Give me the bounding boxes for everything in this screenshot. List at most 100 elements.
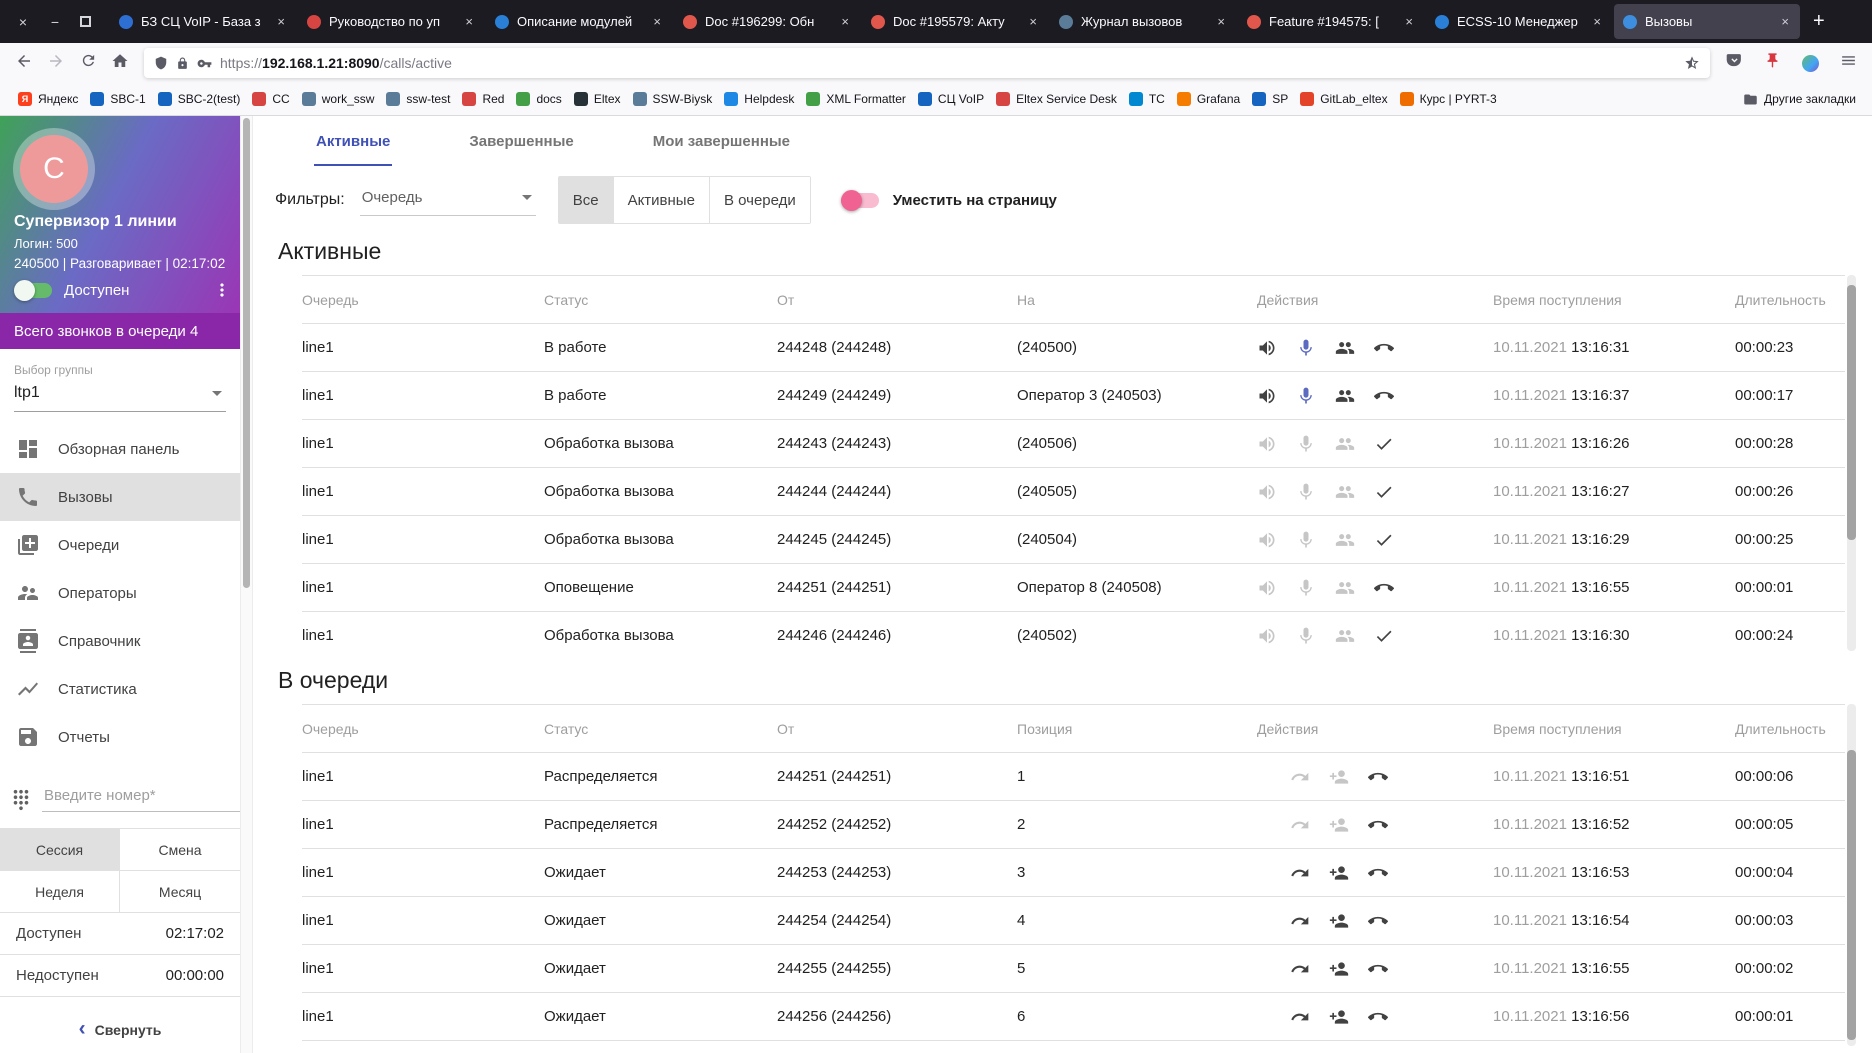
shield-icon[interactable] — [154, 56, 168, 70]
filter-button[interactable]: В очереди — [710, 177, 810, 223]
browser-tab[interactable]: ECSS-10 Менеджер× — [1426, 4, 1612, 39]
sidebar-item-операторы[interactable]: Операторы — [0, 569, 240, 617]
hangup-icon[interactable] — [1368, 863, 1388, 883]
reload-button[interactable] — [72, 48, 104, 78]
bookmark-item[interactable]: SBC-2(test) — [152, 89, 247, 109]
address-bar[interactable]: https://192.168.1.21:8090/calls/active — [144, 48, 1710, 78]
bookmark-item[interactable]: ЯЯндекс — [12, 89, 84, 109]
tab-завершенные[interactable]: Завершенные — [467, 116, 575, 166]
active-table-scrollbar[interactable] — [1847, 275, 1856, 651]
people-icon[interactable] — [1335, 338, 1355, 358]
bookmark-item[interactable]: SSW-Biysk — [627, 89, 719, 109]
bookmark-item[interactable]: docs — [510, 89, 567, 109]
browser-tab[interactable]: Описание модулей× — [486, 4, 672, 39]
sidebar-item-справочник[interactable]: Справочник — [0, 617, 240, 665]
bookmark-item[interactable]: Red — [456, 89, 510, 109]
mic-icon[interactable] — [1296, 386, 1316, 406]
tab-close-icon[interactable]: × — [1403, 14, 1415, 29]
check-icon[interactable] — [1374, 434, 1394, 454]
period-tab-week[interactable]: Неделя — [0, 871, 120, 913]
fit-to-page-toggle[interactable] — [841, 193, 879, 208]
bookmark-item[interactable]: TC — [1123, 89, 1171, 109]
volume-icon[interactable] — [1257, 338, 1277, 358]
dialpad-icon[interactable] — [10, 789, 32, 811]
sidebar-scrollbar[interactable] — [240, 116, 253, 1053]
check-icon[interactable] — [1374, 626, 1394, 646]
hangup-icon[interactable] — [1368, 911, 1388, 931]
redirect-icon[interactable] — [1290, 1007, 1310, 1027]
window-close-button[interactable]: × — [16, 14, 30, 30]
check-icon[interactable] — [1374, 530, 1394, 550]
bookmark-item[interactable]: SP — [1246, 89, 1294, 109]
hangup-icon[interactable] — [1368, 959, 1388, 979]
forward-button[interactable] — [40, 48, 72, 78]
queued-table-scrollbar-thumb[interactable] — [1847, 750, 1856, 1040]
key-icon[interactable] — [197, 56, 212, 71]
pocket-icon[interactable] — [1718, 48, 1750, 78]
bookmark-item[interactable]: work_ssw — [296, 89, 381, 109]
bookmark-item[interactable]: Helpdesk — [718, 89, 800, 109]
mic-icon[interactable] — [1296, 338, 1316, 358]
tab-close-icon[interactable]: × — [1027, 14, 1039, 29]
bookmark-item[interactable]: Grafana — [1171, 89, 1246, 109]
lock-icon[interactable] — [176, 57, 189, 70]
period-tab-session[interactable]: Сессия — [0, 829, 120, 871]
hangup-icon[interactable] — [1374, 338, 1394, 358]
browser-tab[interactable]: Doc #196299: Обн× — [674, 4, 860, 39]
period-tab-shift[interactable]: Смена — [120, 829, 240, 871]
active-table-scrollbar-thumb[interactable] — [1847, 285, 1856, 540]
back-button[interactable] — [8, 48, 40, 78]
pin-icon[interactable] — [1756, 48, 1788, 78]
home-button[interactable] — [104, 48, 136, 78]
redirect-icon[interactable] — [1290, 911, 1310, 931]
bookmark-item[interactable]: ssw-test — [380, 89, 456, 109]
tab-активные[interactable]: Активные — [314, 116, 392, 166]
menu-hamburger-icon[interactable] — [1832, 48, 1864, 78]
bookmark-item[interactable]: CC — [246, 89, 295, 109]
hangup-icon[interactable] — [1374, 578, 1394, 598]
browser-tab[interactable]: Руководство по уп× — [298, 4, 484, 39]
sidebar-item-статистика[interactable]: Статистика — [0, 665, 240, 713]
bookmark-item[interactable]: Курс | PYRT-3 — [1394, 89, 1503, 109]
bookmark-star-icon[interactable] — [1684, 55, 1700, 71]
window-minimize-button[interactable]: − — [48, 14, 62, 30]
bookmark-item[interactable]: СЦ VoIP — [912, 89, 990, 109]
window-restore-button[interactable] — [80, 16, 91, 27]
filter-button[interactable]: Все — [559, 177, 614, 223]
other-bookmarks-button[interactable]: Другие закладки — [1743, 92, 1860, 107]
bookmark-item[interactable]: XML Formatter — [800, 89, 912, 109]
check-icon[interactable] — [1374, 482, 1394, 502]
more-options-icon[interactable] — [212, 280, 232, 300]
sidebar-item-вызовы[interactable]: Вызовы — [0, 473, 240, 521]
sidebar-item-очереди[interactable]: Очереди — [0, 521, 240, 569]
tab-close-icon[interactable]: × — [839, 14, 851, 29]
queued-table-scrollbar[interactable] — [1847, 704, 1856, 1046]
browser-tab[interactable]: Вызовы× — [1614, 4, 1800, 39]
people-icon[interactable] — [1335, 386, 1355, 406]
new-tab-button[interactable]: + — [1801, 10, 1837, 33]
person-add-icon[interactable] — [1329, 911, 1349, 931]
hangup-icon[interactable] — [1368, 767, 1388, 787]
collapse-sidebar-button[interactable]: ‹ Свернуть — [0, 1007, 240, 1053]
redirect-icon[interactable] — [1290, 959, 1310, 979]
bookmark-item[interactable]: SBC-1 — [84, 89, 151, 109]
account-icon[interactable] — [1794, 48, 1826, 78]
group-select[interactable]: ltp1 — [14, 377, 226, 412]
person-add-icon[interactable] — [1329, 863, 1349, 883]
hangup-icon[interactable] — [1368, 1007, 1388, 1027]
tab-close-icon[interactable]: × — [651, 14, 663, 29]
browser-tab[interactable]: Doc #195579: Акту× — [862, 4, 1048, 39]
bookmark-item[interactable]: Eltex — [568, 89, 627, 109]
browser-tab[interactable]: БЗ СЦ VoIP - База з× — [110, 4, 296, 39]
sidebar-item-обзорная панель[interactable]: Обзорная панель — [0, 425, 240, 473]
bookmark-item[interactable]: GitLab_eltex — [1294, 89, 1393, 109]
hangup-icon[interactable] — [1374, 386, 1394, 406]
filter-button[interactable]: Активные — [614, 177, 710, 223]
bookmark-item[interactable]: Eltex Service Desk — [990, 89, 1123, 109]
person-add-icon[interactable] — [1329, 1007, 1349, 1027]
tab-close-icon[interactable]: × — [1215, 14, 1227, 29]
sidebar-item-отчеты[interactable]: Отчеты — [0, 713, 240, 761]
redirect-icon[interactable] — [1290, 863, 1310, 883]
period-tab-month[interactable]: Месяц — [120, 871, 240, 913]
tab-close-icon[interactable]: × — [1591, 14, 1603, 29]
